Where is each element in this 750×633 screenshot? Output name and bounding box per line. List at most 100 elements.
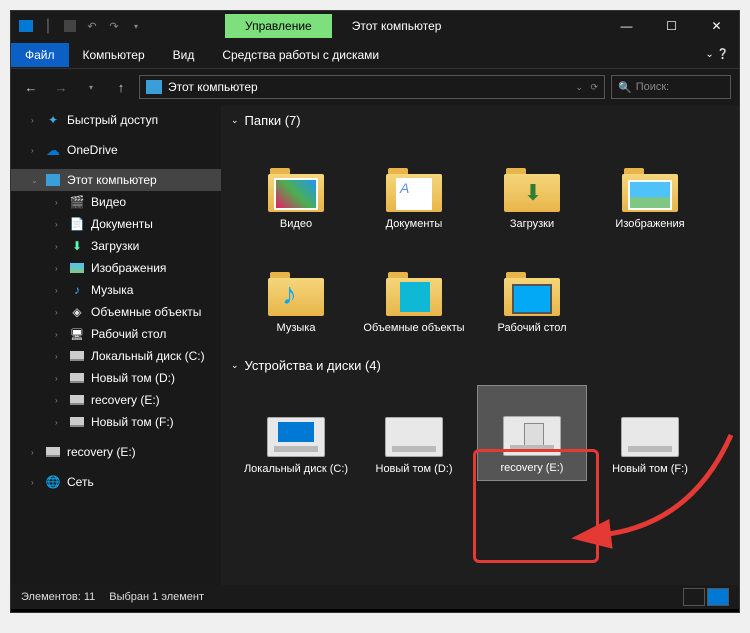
chevron-down-icon[interactable]: ⌄ — [31, 176, 39, 185]
item-label: Видео — [243, 218, 349, 230]
sidebar-item-label: Новый том (D:) — [91, 371, 175, 385]
address-bar-row: ← → ▾ ↑ Этот компьютер ⌄ ⟳ 🔍 Поиск: — [11, 69, 739, 105]
video-icon — [69, 194, 85, 210]
view-switcher — [683, 588, 729, 606]
sidebar-item-recovery-e[interactable]: ›recovery (E:) — [11, 389, 221, 411]
view-tiles-button[interactable] — [707, 588, 729, 606]
drive-recovery-e[interactable]: recovery (E:) — [477, 385, 587, 481]
sidebar-item-onedrive[interactable]: › ☁ OneDrive — [11, 139, 221, 161]
folders-grid: Видео Документы ⬇ Загрузки Изображения ♪… — [221, 136, 739, 350]
item-label: Изображения — [597, 218, 703, 230]
folder-icon — [504, 272, 560, 316]
sidebar-item-disk-d[interactable]: ›Новый том (D:) — [11, 367, 221, 389]
sidebar-item-disk-f[interactable]: ›Новый том (F:) — [11, 411, 221, 433]
drive-c[interactable]: Локальный диск (C:) — [241, 385, 351, 481]
sidebar-item-video[interactable]: ›Видео — [11, 191, 221, 213]
sidebar-item-pictures[interactable]: ›Изображения — [11, 257, 221, 279]
status-selection: Выбран 1 элемент — [109, 591, 204, 603]
maximize-button[interactable]: ☐ — [649, 11, 694, 41]
sidebar-item-label: Этот компьютер — [67, 173, 157, 187]
tab-file[interactable]: Файл — [11, 43, 69, 67]
qat-undo-icon[interactable]: ↶ — [83, 17, 101, 35]
item-label: Объемные объекты — [361, 322, 467, 334]
folder-video[interactable]: Видео — [241, 140, 351, 236]
cloud-icon: ☁ — [45, 142, 61, 158]
ribbon-expand-icon[interactable]: ⌄ ❔ — [705, 49, 739, 60]
drives-grid: Локальный диск (C:) Новый том (D:) recov… — [221, 381, 739, 491]
objects3d-icon — [69, 304, 85, 320]
sidebar-item-thispc[interactable]: ⌄ Этот компьютер — [11, 169, 221, 191]
folder-desktop[interactable]: Рабочий стол — [477, 244, 587, 340]
tab-view[interactable]: Вид — [159, 43, 209, 67]
section-folders-header[interactable]: ⌄ Папки (7) — [221, 105, 739, 136]
disk-icon — [385, 417, 443, 457]
qat-dropdown-icon[interactable]: ▾ — [127, 17, 145, 35]
titlebar: | ↶ ↷ ▾ Управление Этот компьютер — ☐ ✕ — [11, 11, 739, 41]
thispc-icon — [146, 80, 162, 94]
body: › ✦ Быстрый доступ › ☁ OneDrive ⌄ Этот к… — [11, 105, 739, 585]
folder-downloads[interactable]: ⬇ Загрузки — [477, 140, 587, 236]
sidebar-item-desktop[interactable]: ›Рабочий стол — [11, 323, 221, 345]
qat-properties-icon[interactable] — [61, 17, 79, 35]
qat-redo-icon[interactable]: ↷ — [105, 17, 123, 35]
sidebar-item-downloads[interactable]: ›Загрузки — [11, 235, 221, 257]
content-pane: ⌄ Папки (7) Видео Документы ⬇ Загрузки — [221, 105, 739, 585]
close-button[interactable]: ✕ — [694, 11, 739, 41]
ribbon-tabs: Файл Компьютер Вид Средства работы с дис… — [11, 41, 739, 69]
sidebar-item-label: Музыка — [91, 283, 133, 297]
search-placeholder: Поиск: — [636, 81, 670, 93]
drive-f[interactable]: Новый том (F:) — [595, 385, 705, 481]
folder-music[interactable]: ♪ Музыка — [241, 244, 351, 340]
sidebar-item-label: OneDrive — [67, 143, 118, 157]
disk-icon — [69, 392, 85, 408]
tab-computer[interactable]: Компьютер — [69, 43, 159, 67]
status-item-count: Элементов: 11 — [21, 591, 95, 603]
navigation-pane: › ✦ Быстрый доступ › ☁ OneDrive ⌄ Этот к… — [11, 105, 221, 585]
chevron-right-icon[interactable]: › — [31, 116, 39, 125]
search-input[interactable]: 🔍 Поиск: — [611, 75, 731, 99]
sidebar-item-label: Загрузки — [91, 239, 139, 253]
disk-recovery-icon — [503, 416, 561, 456]
drive-d[interactable]: Новый том (D:) — [359, 385, 469, 481]
window-controls: — ☐ ✕ — [604, 11, 739, 41]
folder-icon — [386, 272, 442, 316]
desktop-icon — [69, 326, 85, 342]
nav-up-button[interactable]: ↑ — [109, 75, 133, 99]
nav-recent-dropdown[interactable]: ▾ — [79, 75, 103, 99]
nav-back-button[interactable]: ← — [19, 75, 43, 99]
sidebar-item-network[interactable]: ›Сеть — [11, 471, 221, 493]
item-label: Рабочий стол — [479, 322, 585, 334]
folder-documents[interactable]: Документы — [359, 140, 469, 236]
tab-drive-tools[interactable]: Средства работы с дисками — [208, 43, 393, 67]
sidebar-item-documents[interactable]: ›Документы — [11, 213, 221, 235]
breadcrumb-chevron-icon[interactable]: ⌄ ⟳ — [575, 82, 598, 93]
contextual-tab-label[interactable]: Управление — [225, 14, 332, 38]
chevron-down-icon[interactable]: ⌄ — [231, 115, 239, 126]
minimize-button[interactable]: — — [604, 11, 649, 41]
sidebar-item-label: Рабочий стол — [91, 327, 166, 341]
item-label: Музыка — [243, 322, 349, 334]
section-label: Папки (7) — [245, 113, 301, 128]
sidebar-item-disk-c[interactable]: ›Локальный диск (C:) — [11, 345, 221, 367]
folder-3dobjects[interactable]: Объемные объекты — [359, 244, 469, 340]
breadcrumb[interactable]: Этот компьютер — [168, 80, 258, 94]
disk-icon — [621, 417, 679, 457]
item-label: Загрузки — [479, 218, 585, 230]
chevron-right-icon[interactable]: › — [31, 146, 39, 155]
sidebar-item-quickaccess[interactable]: › ✦ Быстрый доступ — [11, 109, 221, 131]
window-title: Этот компьютер — [352, 19, 442, 33]
folder-icon: ⬇ — [504, 168, 560, 212]
item-label: Локальный диск (C:) — [243, 463, 349, 475]
nav-forward-button[interactable]: → — [49, 75, 73, 99]
disk-icon — [69, 414, 85, 430]
sidebar-item-3dobjects[interactable]: ›Объемные объекты — [11, 301, 221, 323]
chevron-down-icon[interactable]: ⌄ — [231, 360, 239, 371]
music-icon — [69, 282, 85, 298]
sidebar-item-label: Сеть — [67, 475, 94, 489]
sidebar-item-recovery-e-root[interactable]: ›recovery (E:) — [11, 441, 221, 463]
section-devices-header[interactable]: ⌄ Устройства и диски (4) — [221, 350, 739, 381]
address-bar[interactable]: Этот компьютер ⌄ ⟳ — [139, 75, 605, 99]
folder-pictures[interactable]: Изображения — [595, 140, 705, 236]
view-details-button[interactable] — [683, 588, 705, 606]
sidebar-item-music[interactable]: ›Музыка — [11, 279, 221, 301]
